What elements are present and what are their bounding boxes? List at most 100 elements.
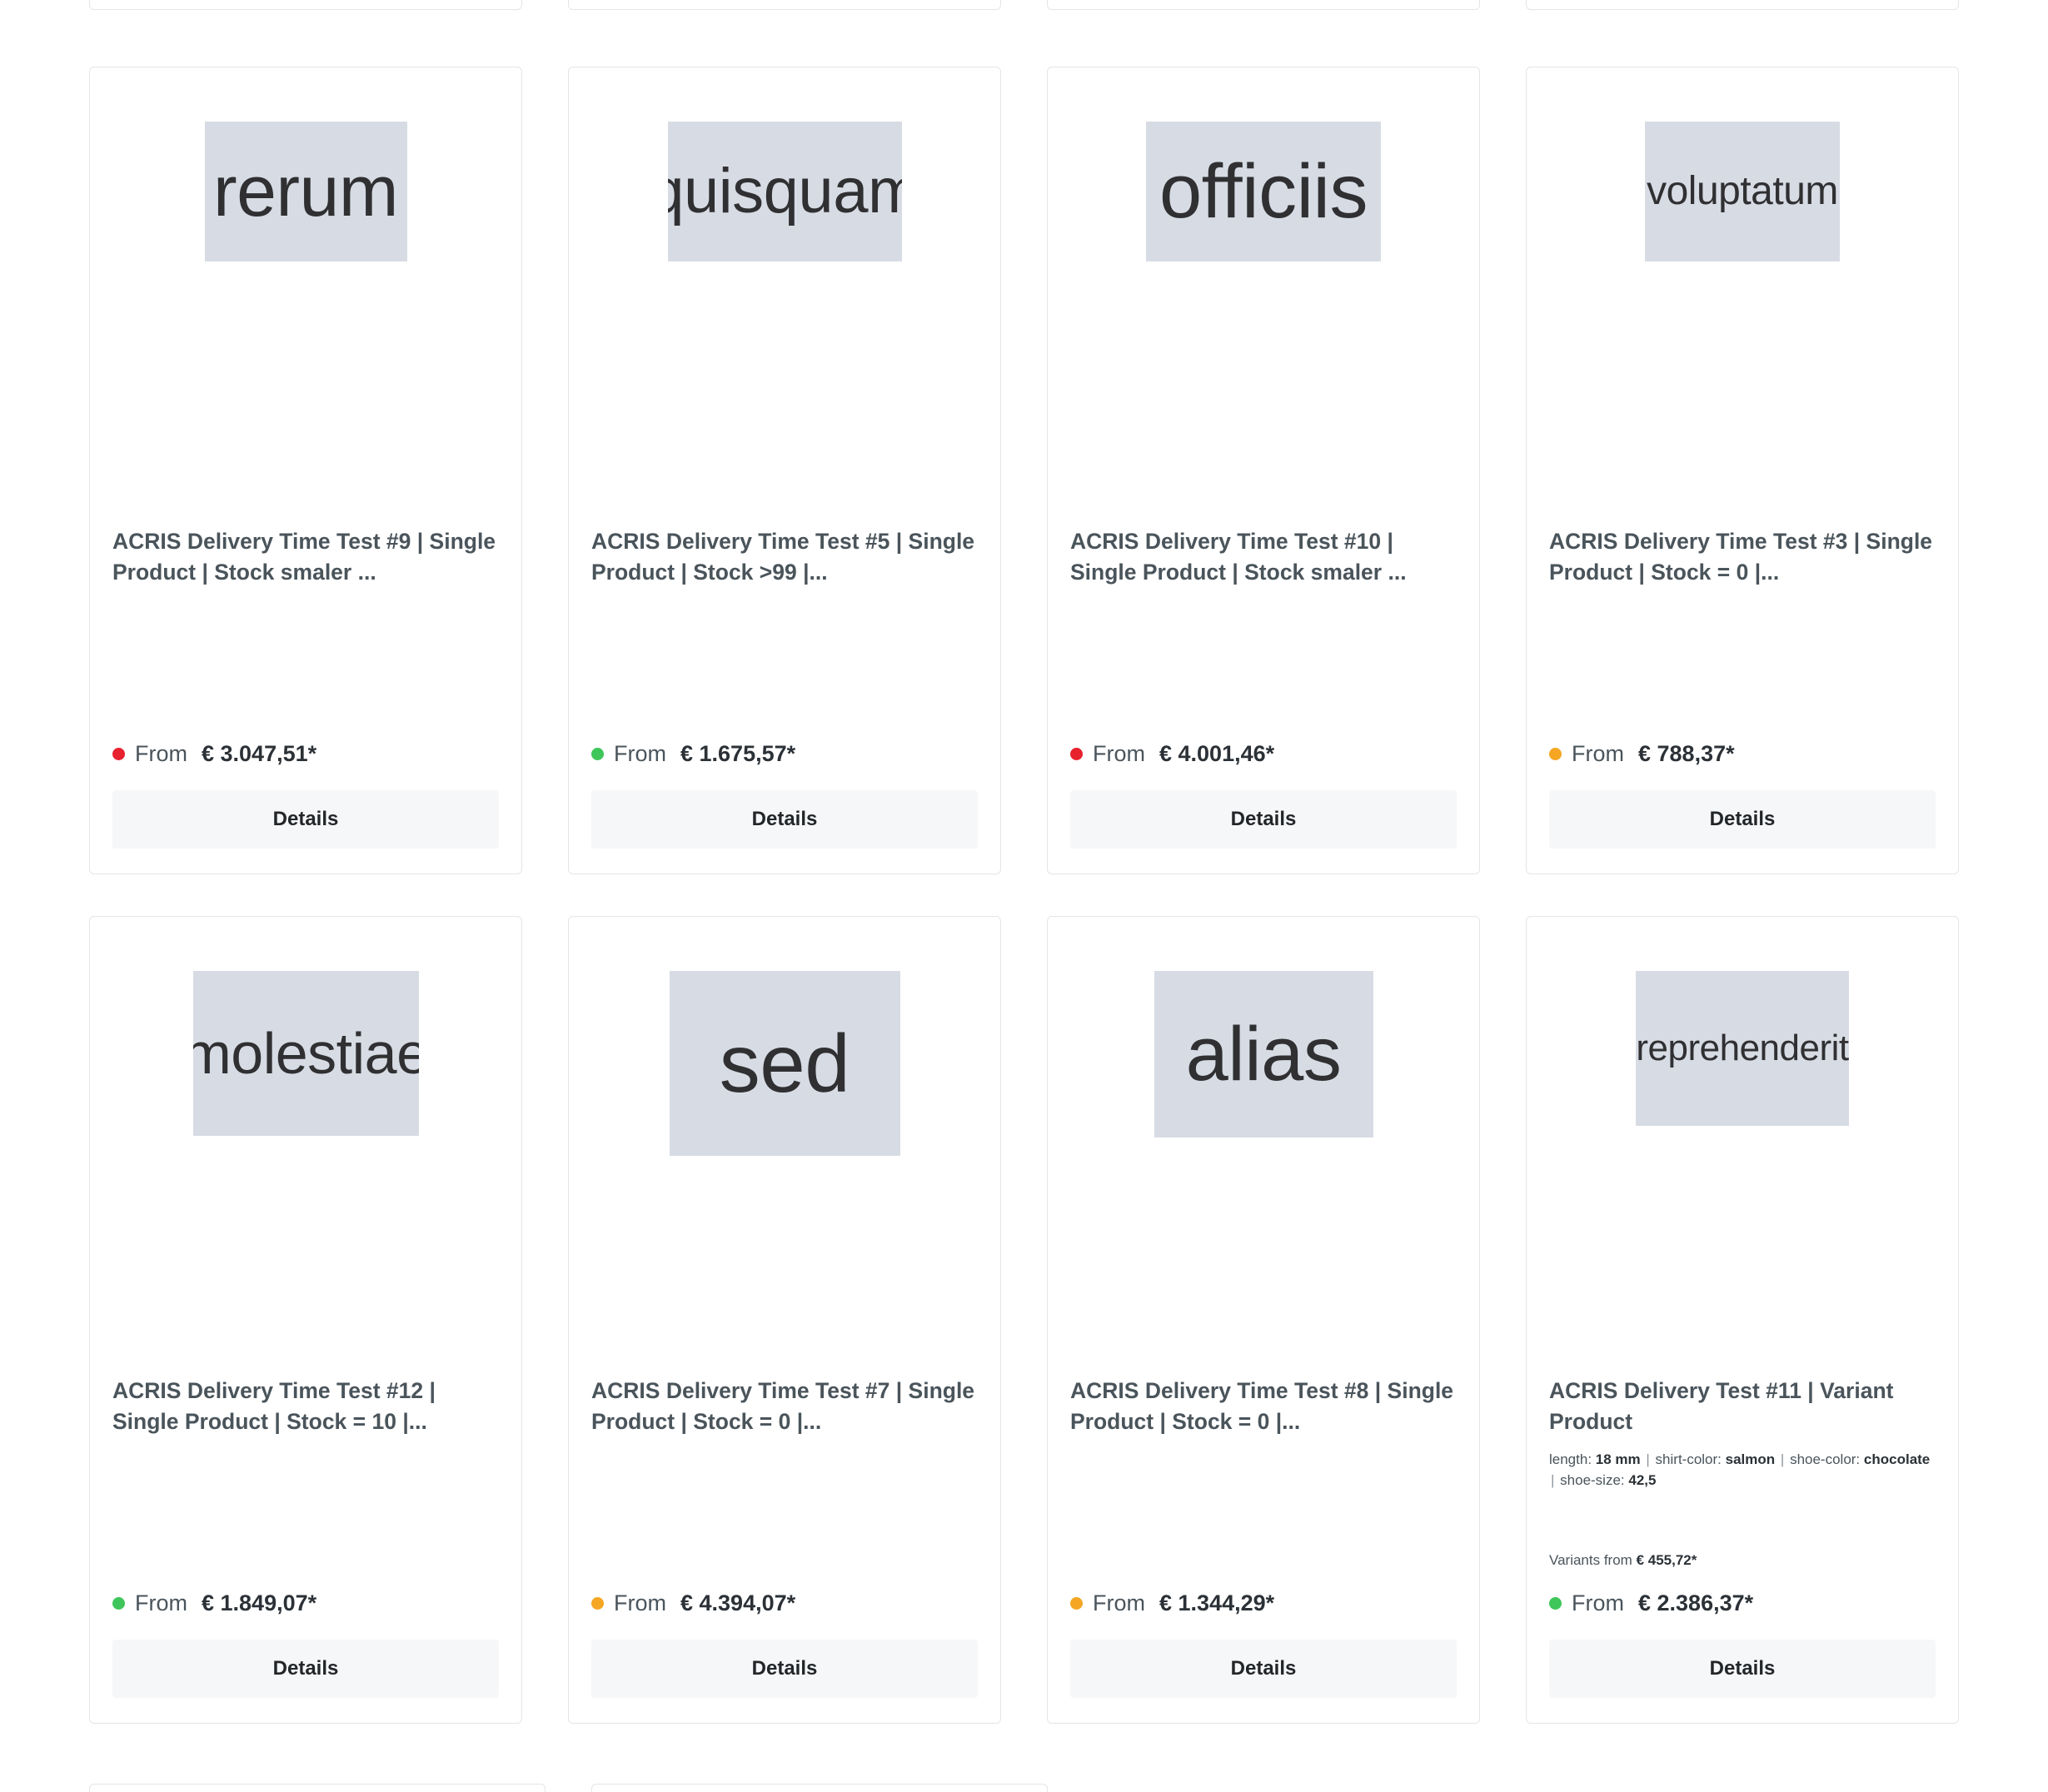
- product-price: € 788,37*: [1638, 741, 1735, 766]
- variant-properties: length: 18 mm | shirt-color: salmon | sh…: [1549, 1450, 1936, 1491]
- property-name: shoe-size:: [1560, 1471, 1625, 1488]
- product-image[interactable]: alias: [1070, 939, 1457, 1372]
- price-prefix-label: From: [614, 741, 666, 766]
- product-price-row: From € 788,37*: [1549, 741, 1936, 767]
- product-row-previous-partial: [89, 0, 1959, 10]
- image-placeholder: reprehenderit: [1636, 971, 1849, 1126]
- image-placeholder: sed: [669, 971, 900, 1156]
- product-card[interactable]: [591, 1784, 1048, 1792]
- product-card[interactable]: rerum ACRIS Delivery Time Test #9 | Sing…: [89, 67, 522, 874]
- property-separator: |: [1646, 1451, 1650, 1468]
- stock-status-dot: [112, 1597, 125, 1610]
- product-card[interactable]: sed ACRIS Delivery Time Test #7 | Single…: [568, 916, 1001, 1724]
- product-price: € 4.001,46*: [1159, 741, 1275, 766]
- property-name: shoe-color:: [1790, 1451, 1861, 1468]
- price-prefix-label: From: [1093, 741, 1145, 766]
- product-price-row: From € 1.344,29*: [1070, 1590, 1457, 1616]
- product-image[interactable]: quisquam: [591, 90, 978, 523]
- product-card[interactable]: [89, 0, 522, 10]
- product-card-variant[interactable]: reprehenderit ACRIS Delivery Test #11 | …: [1526, 916, 1959, 1724]
- product-price: € 4.394,07*: [680, 1590, 796, 1615]
- product-title[interactable]: ACRIS Delivery Time Test #9 | Single Pro…: [112, 526, 499, 587]
- product-price: € 2.386,37*: [1638, 1590, 1754, 1615]
- product-card[interactable]: molestiae ACRIS Delivery Time Test #12 |…: [89, 916, 522, 1724]
- details-button[interactable]: Details: [112, 790, 499, 849]
- price-prefix-label: From: [135, 741, 187, 766]
- product-row-2: molestiae ACRIS Delivery Time Test #12 |…: [89, 916, 1959, 1724]
- product-price: € 1.675,57*: [680, 741, 796, 766]
- image-placeholder-text: rerum: [212, 152, 399, 231]
- product-row-1: rerum ACRIS Delivery Time Test #9 | Sing…: [89, 67, 1959, 874]
- product-price-row: From € 4.394,07*: [591, 1590, 978, 1616]
- product-image[interactable]: voluptatum: [1549, 90, 1936, 523]
- product-image[interactable]: sed: [591, 939, 978, 1372]
- product-price: € 3.047,51*: [202, 741, 317, 766]
- details-button[interactable]: Details: [591, 790, 978, 849]
- details-button[interactable]: Details: [1549, 790, 1936, 849]
- price-prefix-label: From: [614, 1590, 666, 1615]
- image-placeholder-text: voluptatum: [1647, 169, 1838, 213]
- stock-status-dot: [1549, 748, 1562, 760]
- property-value: 42,5: [1628, 1471, 1657, 1488]
- property-name: shirt-color:: [1655, 1451, 1722, 1468]
- product-title[interactable]: ACRIS Delivery Time Test #8 | Single Pro…: [1070, 1376, 1457, 1436]
- product-card[interactable]: quisquam ACRIS Delivery Time Test #5 | S…: [568, 67, 1001, 874]
- property-separator: |: [1780, 1451, 1785, 1468]
- stock-status-dot: [591, 1597, 604, 1610]
- stock-status-dot: [591, 748, 604, 760]
- product-title[interactable]: ACRIS Delivery Time Test #5 | Single Pro…: [591, 526, 978, 587]
- product-title[interactable]: ACRIS Delivery Time Test #7 | Single Pro…: [591, 1376, 978, 1436]
- product-image[interactable]: officiis: [1070, 90, 1457, 523]
- product-title[interactable]: ACRIS Delivery Time Test #10 | Single Pr…: [1070, 526, 1457, 587]
- product-image[interactable]: molestiae: [112, 939, 499, 1372]
- product-card[interactable]: [1047, 0, 1480, 10]
- price-prefix-label: From: [1572, 741, 1624, 766]
- stock-status-dot: [1549, 1597, 1562, 1610]
- product-price: € 1.344,29*: [1159, 1590, 1275, 1615]
- image-placeholder-text: alias: [1185, 1012, 1342, 1097]
- property-value: 18 mm: [1595, 1451, 1641, 1468]
- image-placeholder: alias: [1154, 971, 1373, 1137]
- variants-from-row: Variants from € 455,72*: [1549, 1552, 1936, 1569]
- product-price-row: From € 2.386,37*: [1549, 1590, 1936, 1616]
- details-button[interactable]: Details: [591, 1640, 978, 1698]
- image-placeholder-text: officiis: [1159, 149, 1368, 234]
- image-placeholder-text: molestiae: [192, 1021, 419, 1086]
- product-image[interactable]: reprehenderit: [1549, 939, 1936, 1372]
- image-placeholder-text: reprehenderit: [1636, 1028, 1849, 1068]
- price-prefix-label: From: [1572, 1590, 1624, 1615]
- product-row-next-partial: [89, 1784, 1959, 1792]
- product-title[interactable]: ACRIS Delivery Time Test #3 | Single Pro…: [1549, 526, 1936, 587]
- image-placeholder: officiis: [1146, 122, 1381, 261]
- stock-status-dot: [1070, 748, 1083, 760]
- product-card[interactable]: officiis ACRIS Delivery Time Test #10 | …: [1047, 67, 1480, 874]
- details-button[interactable]: Details: [1070, 790, 1457, 849]
- variants-from-price: € 455,72*: [1636, 1552, 1697, 1568]
- property-name: length:: [1549, 1451, 1592, 1468]
- details-button[interactable]: Details: [1070, 1640, 1457, 1698]
- image-placeholder-text: sed: [719, 1018, 850, 1109]
- product-title[interactable]: ACRIS Delivery Test #11 | Variant Produc…: [1549, 1376, 1936, 1436]
- image-placeholder: quisquam: [667, 122, 902, 261]
- details-button[interactable]: Details: [1549, 1640, 1936, 1698]
- stock-status-dot: [112, 748, 125, 760]
- product-card[interactable]: [1526, 0, 1959, 10]
- property-value: salmon: [1725, 1451, 1776, 1468]
- details-button[interactable]: Details: [112, 1640, 499, 1698]
- stock-status-dot: [1070, 1597, 1083, 1610]
- product-price: € 1.849,07*: [202, 1590, 317, 1615]
- image-placeholder: voluptatum: [1645, 122, 1840, 261]
- product-listing-grid: rerum ACRIS Delivery Time Test #9 | Sing…: [0, 0, 2048, 1792]
- product-title[interactable]: ACRIS Delivery Time Test #12 | Single Pr…: [112, 1376, 499, 1436]
- product-card[interactable]: alias ACRIS Delivery Time Test #8 | Sing…: [1047, 916, 1480, 1724]
- product-card[interactable]: [568, 0, 1001, 10]
- product-price-row: From € 1.849,07*: [112, 1590, 499, 1616]
- product-image[interactable]: rerum: [112, 90, 499, 523]
- image-placeholder: molestiae: [192, 971, 419, 1136]
- product-card[interactable]: [89, 1784, 546, 1792]
- product-price-row: From € 4.001,46*: [1070, 741, 1457, 767]
- variants-from-label: Variants from: [1549, 1552, 1632, 1568]
- product-card[interactable]: voluptatum ACRIS Delivery Time Test #3 |…: [1526, 67, 1959, 874]
- price-prefix-label: From: [135, 1590, 187, 1615]
- property-value: chocolate: [1863, 1451, 1931, 1468]
